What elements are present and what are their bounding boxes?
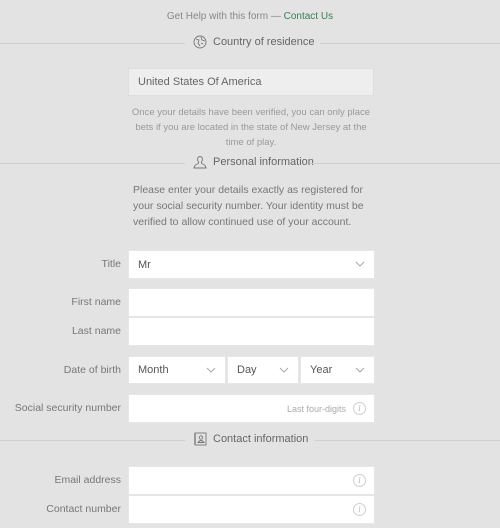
country-field[interactable]: United States Of America: [128, 68, 374, 96]
chevron-down-icon: [279, 367, 289, 373]
dob-month-value: Month: [138, 364, 169, 376]
phone-input[interactable]: i: [128, 495, 375, 524]
contact-us-link[interactable]: Contact Us: [284, 11, 333, 22]
email-label: Email address: [54, 474, 121, 486]
divider: [320, 43, 500, 44]
last-name-label: Last name: [71, 325, 121, 337]
ssn-input[interactable]: Last four-digits i: [128, 394, 375, 423]
title-select[interactable]: Mr: [128, 250, 375, 279]
title-value: Mr: [138, 259, 151, 271]
divider: [0, 43, 185, 44]
first-name-label: First name: [71, 296, 121, 308]
section-personal-header: Personal information: [0, 153, 500, 173]
section-personal-title: Personal information: [213, 156, 314, 168]
section-title: Personal information: [193, 155, 314, 169]
help-text: Get Help with this form — Contact Us: [0, 11, 500, 22]
person-icon: [193, 155, 207, 169]
info-icon[interactable]: i: [353, 474, 366, 487]
dob-year-select[interactable]: Year: [300, 356, 375, 384]
dob-label: Date of birth: [63, 364, 121, 376]
ssn-label: Social security number: [14, 402, 121, 414]
ssn-hint: Last four-digits: [286, 404, 346, 414]
divider: [310, 163, 500, 164]
chevron-down-icon: [206, 367, 216, 373]
section-country-header: Country of residence: [0, 33, 500, 53]
help-prefix: Get Help with this form —: [166, 11, 284, 22]
personal-note: Please enter your details exactly as reg…: [133, 184, 364, 228]
divider: [0, 440, 185, 441]
first-name-input[interactable]: [128, 288, 375, 317]
email-input[interactable]: i: [128, 466, 375, 495]
dob-day-select[interactable]: Day: [227, 356, 299, 384]
info-icon[interactable]: i: [353, 402, 366, 415]
section-contact-title: Contact information: [213, 433, 309, 445]
section-country-title: Country of residence: [213, 36, 315, 48]
section-title: Country of residence: [193, 35, 315, 49]
country-note: Once your details have been verified, yo…: [131, 107, 371, 148]
dob-day-value: Day: [237, 364, 257, 376]
last-name-input[interactable]: [128, 317, 375, 346]
chevron-down-icon: [355, 261, 365, 267]
section-contact-header: Contact information: [0, 430, 500, 450]
dob-month-select[interactable]: Month: [128, 356, 226, 384]
phone-label: Contact number: [46, 503, 121, 515]
divider: [315, 440, 500, 441]
title-label: Title: [101, 258, 121, 270]
globe-icon: [193, 35, 207, 49]
divider: [0, 163, 185, 164]
info-icon[interactable]: i: [353, 503, 366, 516]
address-book-icon: [193, 432, 207, 446]
section-title: Contact information: [193, 432, 308, 446]
dob-year-value: Year: [310, 364, 333, 376]
chevron-down-icon: [355, 367, 365, 373]
